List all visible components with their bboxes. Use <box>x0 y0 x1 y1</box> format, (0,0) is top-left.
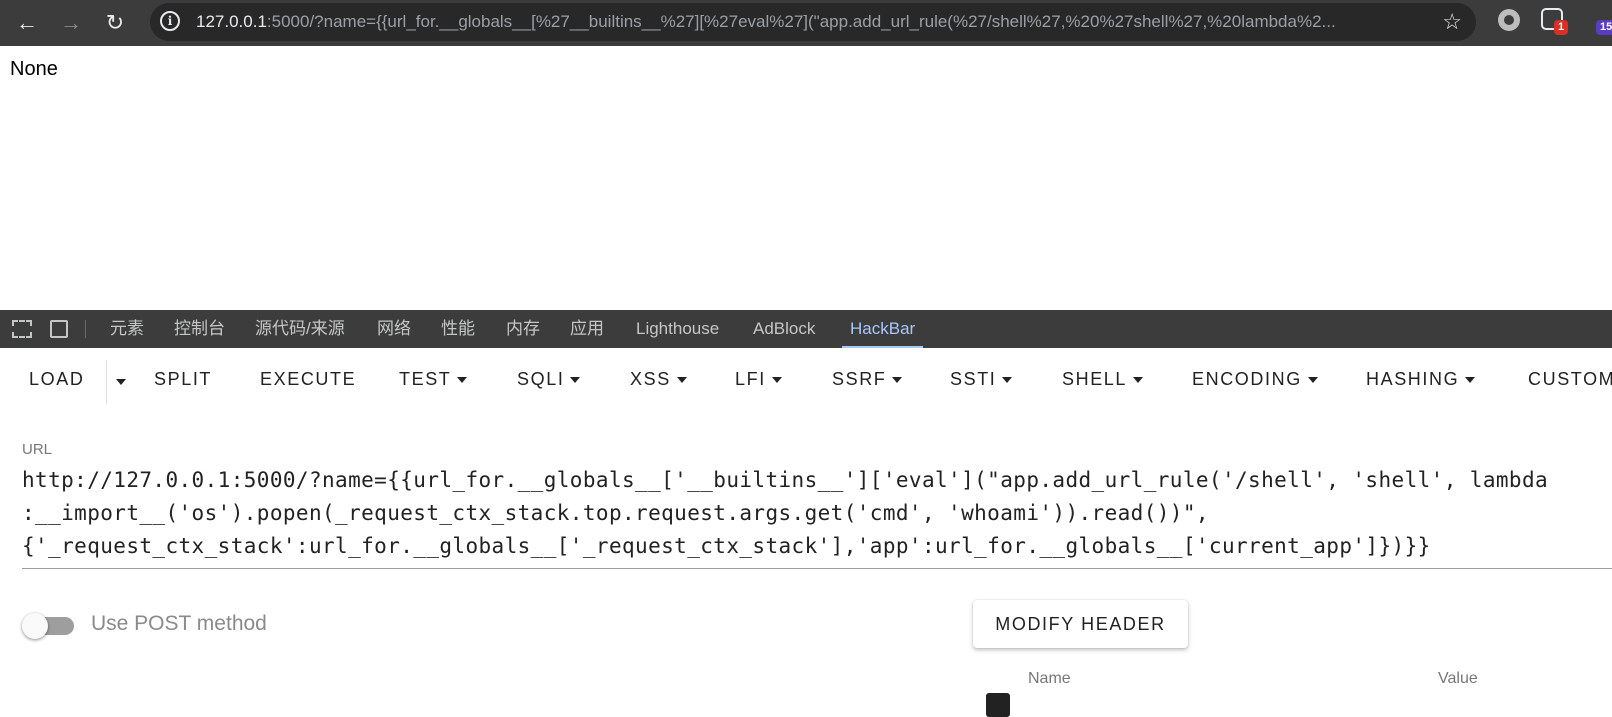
address-text[interactable]: 127.0.0.1:5000/?name={{url_for.__globals… <box>196 12 1436 32</box>
record-extension-icon[interactable] <box>1498 9 1520 31</box>
header-enable-checkbox[interactable] <box>986 693 1010 717</box>
back-arrow-icon[interactable]: ← <box>12 8 42 38</box>
ssti-menu-button[interactable]: SSTI <box>950 364 1013 394</box>
chevron-down-icon <box>771 377 782 384</box>
hashing-label: HASHING <box>1366 369 1460 389</box>
sqli-menu-button[interactable]: SQLI <box>517 364 581 394</box>
address-path: :5000/?name={{url_for.__globals__[%27__b… <box>266 12 1336 31</box>
hashing-menu-button[interactable]: HASHING <box>1366 364 1476 394</box>
modify-header-button[interactable]: MODIFY HEADER <box>973 600 1188 648</box>
lfi-menu-button[interactable]: LFI <box>735 364 782 394</box>
forward-arrow-icon[interactable]: → <box>56 8 86 38</box>
tab-adblock[interactable]: AdBlock <box>753 310 815 348</box>
ssrf-menu-button[interactable]: SSRF <box>832 364 903 394</box>
address-bar[interactable]: i 127.0.0.1:5000/?name={{url_for.__globa… <box>150 3 1476 41</box>
test-label: TEST <box>399 369 452 389</box>
reload-icon[interactable]: ↻ <box>100 8 130 38</box>
load-dropdown-caret[interactable] <box>106 360 137 404</box>
header-name-column: Name <box>1028 670 1071 687</box>
custom-menu-button[interactable]: CUSTOM <box>1528 364 1612 394</box>
lfi-label: LFI <box>735 369 766 389</box>
tab-performance[interactable]: 性能 <box>441 310 475 348</box>
tab-hackbar[interactable]: HackBar <box>841 310 924 348</box>
encoding-label: ENCODING <box>1192 369 1302 389</box>
extension-badge: 1 <box>1554 20 1569 35</box>
devtools-tab-bar: 元素 控制台 源代码/来源 网络 性能 内存 应用 Lighthouse AdB… <box>0 310 1612 348</box>
ssrf-label: SSRF <box>832 369 887 389</box>
execute-button[interactable]: EXECUTE <box>260 364 356 394</box>
tab-application[interactable]: 应用 <box>570 310 604 348</box>
chevron-down-icon <box>457 377 468 384</box>
browser-toolbar: ← → ↻ i 127.0.0.1:5000/?name={{url_for._… <box>0 0 1612 46</box>
site-info-icon[interactable]: i <box>160 11 180 31</box>
header-value-column: Value <box>1438 670 1478 687</box>
xss-label: XSS <box>630 369 671 389</box>
tab-network[interactable]: 网络 <box>377 310 411 348</box>
url-textarea[interactable]: http://127.0.0.1:5000/?name={{url_for.__… <box>22 464 1612 569</box>
divider <box>85 320 86 338</box>
chevron-down-icon <box>1133 377 1144 384</box>
hackbar-toolbar: LOAD SPLIT EXECUTE TEST SQLI XSS LFI SSR… <box>0 348 1612 408</box>
ssti-label: SSTI <box>950 369 997 389</box>
shell-label: SHELL <box>1062 369 1128 389</box>
tab-console[interactable]: 控制台 <box>174 310 225 348</box>
split-button[interactable]: SPLIT <box>154 364 212 394</box>
chevron-down-icon <box>570 377 581 384</box>
chevron-down-icon <box>1307 377 1318 384</box>
tab-elements[interactable]: 元素 <box>110 310 144 348</box>
sqli-label: SQLI <box>517 369 565 389</box>
tab-sources[interactable]: 源代码/来源 <box>255 310 345 348</box>
toggle-thumb <box>22 613 48 639</box>
chevron-down-icon <box>892 377 903 384</box>
bookmark-star-icon[interactable]: ☆ <box>1442 9 1462 35</box>
address-host: 127.0.0.1 <box>196 12 267 31</box>
device-toolbar-icon[interactable] <box>50 320 68 338</box>
encoding-menu-button[interactable]: ENCODING <box>1192 364 1318 394</box>
inspect-element-icon[interactable] <box>12 320 32 338</box>
load-button[interactable]: LOAD <box>29 364 84 394</box>
chevron-down-icon <box>676 377 687 384</box>
tab-lighthouse[interactable]: Lighthouse <box>636 310 719 348</box>
chevron-down-icon <box>1465 377 1476 384</box>
tab-memory[interactable]: 内存 <box>506 310 540 348</box>
extension-badge-count: 15 <box>1596 20 1612 35</box>
test-menu-button[interactable]: TEST <box>399 364 468 394</box>
chevron-down-icon <box>1002 377 1013 384</box>
shell-menu-button[interactable]: SHELL <box>1062 364 1144 394</box>
page-body-text: None <box>10 58 58 80</box>
url-label: URL <box>22 441 53 458</box>
post-method-label: Use POST method <box>91 612 267 635</box>
post-method-toggle[interactable] <box>22 613 74 639</box>
xss-menu-button[interactable]: XSS <box>630 364 687 394</box>
